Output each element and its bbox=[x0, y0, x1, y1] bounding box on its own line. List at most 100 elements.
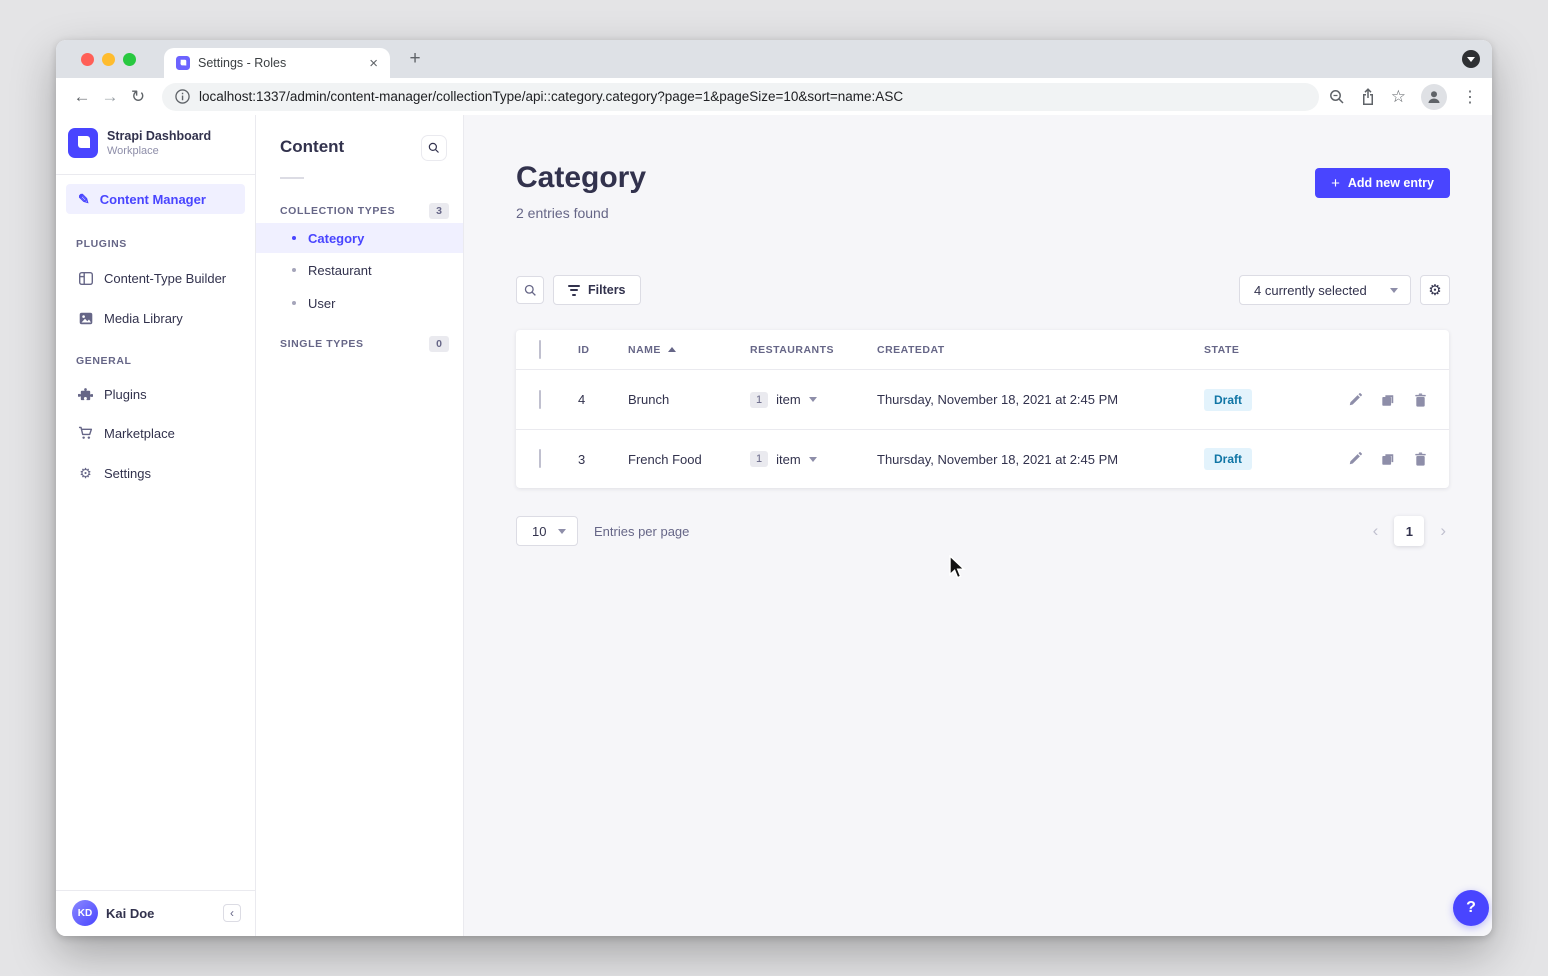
view-settings-button[interactable]: ⚙ bbox=[1420, 275, 1450, 305]
collapse-sidebar-button[interactable]: ‹ bbox=[223, 904, 241, 922]
reload-icon[interactable]: ↻ bbox=[124, 87, 152, 107]
sort-ascending-icon bbox=[668, 347, 676, 352]
col-header-createdat[interactable]: CREATEDAT bbox=[877, 344, 1204, 356]
col-header-restaurants[interactable]: RESTAURANTS bbox=[750, 344, 877, 356]
chevron-down-icon[interactable] bbox=[809, 397, 817, 402]
minimize-window-button[interactable] bbox=[102, 53, 115, 66]
collection-types-header: COLLECTION TYPES 3 bbox=[280, 203, 449, 219]
add-new-entry-button[interactable]: + Add new entry bbox=[1315, 168, 1450, 198]
bookmark-star-icon[interactable]: ☆ bbox=[1391, 87, 1406, 107]
browser-menu-icon[interactable]: ⋮ bbox=[1462, 87, 1478, 107]
sidebar-item-content-type-builder[interactable]: Content-Type Builder bbox=[66, 263, 245, 293]
content-subnav: Content COLLECTION TYPES 3 Category Rest… bbox=[256, 115, 464, 936]
browser-window: Settings - Roles × + ← → ↻ localhost:133… bbox=[56, 40, 1492, 936]
cell-restaurants[interactable]: 1 item bbox=[750, 392, 877, 408]
close-window-button[interactable] bbox=[81, 53, 94, 66]
puzzle-icon bbox=[78, 387, 93, 402]
browser-tab[interactable]: Settings - Roles × bbox=[164, 48, 390, 78]
subnav-item-category[interactable]: Category bbox=[256, 223, 463, 253]
user-row[interactable]: KD Kai Doe ‹ bbox=[72, 898, 241, 928]
current-page[interactable]: 1 bbox=[1394, 516, 1424, 546]
cell-restaurants[interactable]: 1 item bbox=[750, 451, 877, 467]
sidebar-divider bbox=[56, 174, 255, 175]
help-button[interactable]: ? bbox=[1453, 890, 1489, 926]
strapi-favicon-icon bbox=[176, 56, 190, 70]
new-tab-button[interactable]: + bbox=[403, 47, 427, 71]
site-info-icon[interactable] bbox=[175, 89, 190, 104]
copy-icon bbox=[1381, 393, 1395, 407]
subnav-item-label: Category bbox=[308, 231, 364, 246]
edit-button[interactable] bbox=[1348, 452, 1362, 466]
sidebar-item-marketplace[interactable]: Marketplace bbox=[66, 418, 245, 448]
sidebar-item-label: Content-Type Builder bbox=[104, 271, 226, 286]
col-header-state[interactable]: STATE bbox=[1204, 344, 1320, 356]
main-sidebar: Strapi Dashboard Workplace ✎ Content Man… bbox=[56, 115, 256, 936]
brand-title: Strapi Dashboard bbox=[107, 129, 211, 143]
delete-button[interactable] bbox=[1414, 393, 1427, 407]
search-icon bbox=[524, 284, 537, 297]
fields-selected-dropdown[interactable]: 4 currently selected bbox=[1239, 275, 1411, 305]
select-all-checkbox[interactable] bbox=[539, 340, 541, 359]
sidebar-item-label: Marketplace bbox=[104, 426, 175, 441]
back-icon[interactable]: ← bbox=[68, 87, 96, 107]
cell-id: 3 bbox=[578, 452, 628, 467]
filters-button[interactable]: Filters bbox=[553, 275, 641, 305]
gear-icon: ⚙ bbox=[78, 465, 93, 482]
table-row[interactable]: 4 Brunch 1 item Thursday, November 18, 2… bbox=[516, 370, 1449, 429]
chevron-down-icon[interactable] bbox=[809, 457, 817, 462]
single-types-count: 0 bbox=[429, 336, 449, 352]
search-entries-button[interactable] bbox=[516, 276, 544, 304]
table-row[interactable]: 3 French Food 1 item Thursday, November … bbox=[516, 429, 1449, 488]
cell-createdat: Thursday, November 18, 2021 at 2:45 PM bbox=[877, 392, 1204, 407]
filters-label: Filters bbox=[588, 283, 626, 297]
subnav-search-button[interactable] bbox=[421, 135, 447, 161]
sidebar-item-label: Plugins bbox=[104, 387, 147, 402]
sidebar-item-settings[interactable]: ⚙ Settings bbox=[66, 458, 245, 488]
duplicate-button[interactable] bbox=[1381, 452, 1395, 466]
browser-update-indicator-icon[interactable] bbox=[1462, 50, 1480, 68]
page-size-select[interactable]: 10 bbox=[516, 516, 578, 546]
gear-icon: ⚙ bbox=[1428, 281, 1441, 299]
maximize-window-button[interactable] bbox=[123, 53, 136, 66]
page-controls: ‹ 1 › bbox=[1369, 516, 1450, 546]
single-types-header: SINGLE TYPES 0 bbox=[280, 336, 449, 352]
trash-icon bbox=[1414, 393, 1427, 407]
col-header-name-label: NAME bbox=[628, 344, 661, 356]
col-header-id[interactable]: ID bbox=[578, 344, 628, 356]
state-badge: Draft bbox=[1204, 448, 1252, 470]
close-tab-icon[interactable]: × bbox=[369, 56, 378, 71]
share-icon[interactable] bbox=[1360, 88, 1376, 105]
sidebar-item-label: Content Manager bbox=[100, 192, 206, 207]
subnav-item-user[interactable]: User bbox=[256, 288, 463, 318]
row-checkbox[interactable] bbox=[539, 390, 541, 409]
subnav-title: Content bbox=[280, 137, 344, 157]
bullet-icon bbox=[292, 301, 296, 305]
sidebar-item-plugins[interactable]: Plugins bbox=[66, 379, 245, 409]
row-checkbox[interactable] bbox=[539, 449, 541, 468]
restaurants-count-badge: 1 bbox=[750, 392, 768, 408]
col-header-name[interactable]: NAME bbox=[628, 344, 750, 356]
subnav-item-restaurant[interactable]: Restaurant bbox=[256, 255, 463, 285]
user-name: Kai Doe bbox=[106, 906, 215, 921]
zoom-icon[interactable] bbox=[1329, 89, 1345, 105]
pen-icon: ✎ bbox=[78, 191, 90, 208]
forward-icon[interactable]: → bbox=[96, 87, 124, 107]
sidebar-item-media-library[interactable]: Media Library bbox=[66, 303, 245, 333]
browser-profile-avatar[interactable] bbox=[1421, 84, 1447, 110]
sidebar-item-content-manager[interactable]: ✎ Content Manager bbox=[66, 184, 245, 214]
sidebar-bottom-divider bbox=[56, 890, 255, 891]
delete-button[interactable] bbox=[1414, 452, 1427, 466]
tab-title: Settings - Roles bbox=[198, 56, 361, 70]
subnav-item-label: Restaurant bbox=[308, 263, 372, 278]
chevron-down-icon bbox=[558, 529, 566, 534]
edit-button[interactable] bbox=[1348, 393, 1362, 407]
toolbar-actions: ☆ ⋮ bbox=[1329, 84, 1480, 110]
url-bar[interactable]: localhost:1337/admin/content-manager/col… bbox=[162, 83, 1319, 111]
entries-per-page-label: Entries per page bbox=[594, 524, 689, 539]
image-icon bbox=[78, 312, 93, 325]
brand[interactable]: Strapi Dashboard Workplace bbox=[68, 128, 211, 158]
previous-page-button[interactable]: ‹ bbox=[1369, 521, 1383, 541]
next-page-button[interactable]: › bbox=[1436, 521, 1450, 541]
duplicate-button[interactable] bbox=[1381, 393, 1395, 407]
table-header-row: ID NAME RESTAURANTS CREATEDAT STATE bbox=[516, 330, 1449, 370]
